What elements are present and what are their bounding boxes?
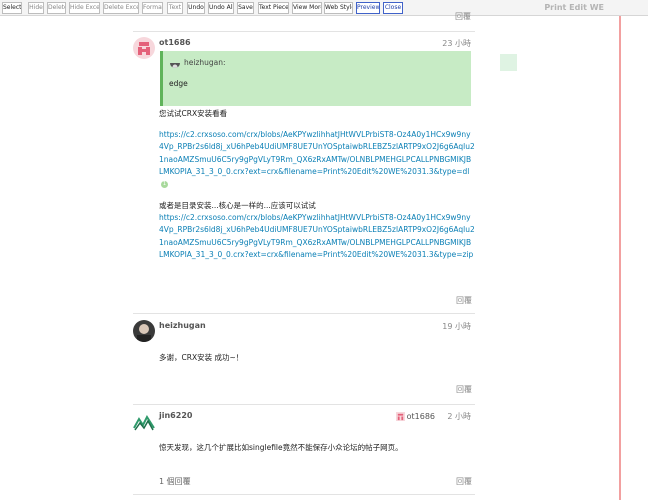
web-style-button[interactable]: Web Style xyxy=(324,2,353,14)
select-button[interactable]: Select xyxy=(2,2,22,14)
reply-button[interactable]: 回覆 xyxy=(456,476,472,487)
post-divider xyxy=(133,31,475,32)
post-username[interactable]: jin6220 xyxy=(159,411,192,420)
quote-avatar xyxy=(170,58,180,68)
hide-button[interactable]: Hide xyxy=(28,2,44,14)
format-button[interactable]: Format xyxy=(142,2,163,14)
replies-count-button[interactable]: 1 個回覆 xyxy=(159,476,191,487)
quote-block: heizhugan: edge xyxy=(160,51,471,106)
close-button[interactable]: Close xyxy=(383,2,403,14)
link-click-count: 1 xyxy=(161,180,168,188)
undo-button[interactable]: Undo xyxy=(187,2,205,14)
quote-text: edge xyxy=(169,79,188,88)
post-text: 您试试CRX安装看看 xyxy=(159,109,228,118)
reply-button[interactable]: 回覆 xyxy=(456,295,472,306)
undo-all-button[interactable]: Undo All xyxy=(208,2,234,14)
preview-button[interactable]: Preview xyxy=(356,2,380,14)
save-button[interactable]: Save xyxy=(237,2,254,14)
zip-download-link[interactable]: https://c2.crxsoso.com/crx/blobs/AeKPYwz… xyxy=(159,212,475,261)
avatar[interactable] xyxy=(133,410,155,432)
quote-username: heizhugan: xyxy=(184,58,226,67)
avatar[interactable] xyxy=(133,37,155,59)
post-text: 惊天发现，这几个扩展比如singlefile竟然不能保存小众论坛的帖子网页。 xyxy=(159,443,403,452)
reply-button[interactable]: 回覆 xyxy=(456,384,472,395)
post-heizhugan: heizhugan 19 小時 多谢，CRX安装 成功~！ 回覆 xyxy=(133,320,475,398)
toolbar-title: Print Edit WE xyxy=(544,3,604,12)
delete-except-button[interactable]: Delete Except xyxy=(103,2,139,14)
floating-indicator xyxy=(500,54,517,71)
post-ot1686: ot1686 23 小時 heizhugan: edge 您试试CRX安装看看 … xyxy=(133,37,475,305)
reply-to-username[interactable]: ot1686 xyxy=(407,412,435,421)
post-username[interactable]: ot1686 xyxy=(159,38,191,47)
crx-download-link[interactable]: https://c2.crxsoso.com/crx/blobs/AeKPYwz… xyxy=(159,129,475,190)
post-time[interactable]: 19 小時 xyxy=(442,321,471,332)
post-divider xyxy=(133,404,475,405)
text-pieces-button[interactable]: Text Pieces xyxy=(258,2,289,14)
post-jin6220: jin6220 ot1686 2 小時 惊天发现，这几个扩展比如singlefi… xyxy=(133,410,475,490)
text-button[interactable]: Text xyxy=(167,2,183,14)
delete-button[interactable]: Delete xyxy=(47,2,66,14)
reply-to[interactable]: ot1686 xyxy=(395,412,435,421)
post-time[interactable]: 23 小時 xyxy=(442,38,471,49)
post-divider xyxy=(133,494,475,495)
page-edge-line xyxy=(619,16,621,500)
reply-to-avatar-icon xyxy=(395,412,405,421)
post-text: 多谢，CRX安装 成功~！ xyxy=(159,353,244,362)
view-more-button[interactable]: View More xyxy=(292,2,322,14)
hide-except-button[interactable]: Hide Except xyxy=(69,2,100,14)
post-text: 或者是目录安装...核心是一样的...应该可以试试 xyxy=(159,201,316,210)
print-edit-toolbar: Select Hide Delete Hide Except Delete Ex… xyxy=(0,0,648,16)
post-time[interactable]: 2 小時 xyxy=(447,411,471,422)
post-divider xyxy=(133,313,475,314)
avatar[interactable] xyxy=(133,320,155,342)
post-username[interactable]: heizhugan xyxy=(159,321,206,330)
reply-button[interactable]: 回覆 xyxy=(455,11,471,22)
link-text[interactable]: https://c2.crxsoso.com/crx/blobs/AeKPYwz… xyxy=(159,130,475,176)
